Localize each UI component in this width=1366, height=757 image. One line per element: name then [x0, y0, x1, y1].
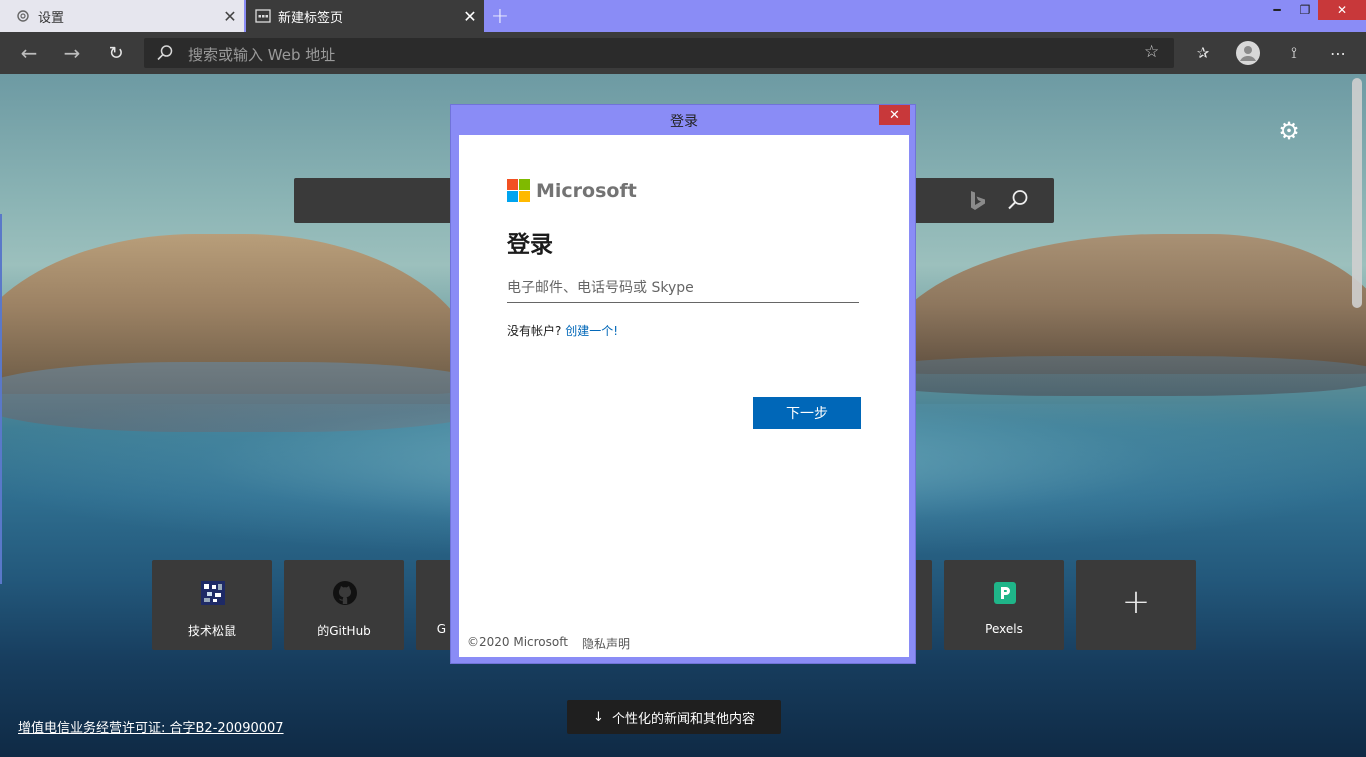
- quick-link-tile[interactable]: 技术松鼠: [152, 560, 272, 650]
- dialog-body: Microsoft 登录 没有帐户? 创建一个! 下一步 ©2020 Micro…: [459, 135, 909, 657]
- dialog-footer: ©2020 Microsoft 隐私声明: [467, 635, 630, 652]
- tile-label: 技术松鼠: [187, 624, 236, 638]
- close-icon[interactable]: ✕: [456, 2, 484, 30]
- address-bar[interactable]: 搜索或输入 Web 地址 ☆: [144, 38, 1174, 68]
- window-close-icon[interactable]: ✕: [1318, 0, 1366, 20]
- newtab-icon: [248, 9, 278, 23]
- restore-icon[interactable]: ❐: [1290, 0, 1320, 20]
- share-icon[interactable]: ⟟: [1279, 38, 1309, 68]
- page-settings-gear-icon[interactable]: ⚙: [1274, 116, 1304, 146]
- favorites-list-icon[interactable]: ✰: [1188, 38, 1218, 68]
- login-dialog: 登录 ✕ Microsoft 登录 没有帐户? 创建一个! 下一步 ©2020 …: [450, 104, 916, 664]
- tab-settings[interactable]: 设置 ✕: [0, 0, 244, 32]
- plus-icon: +: [1121, 582, 1151, 622]
- github-icon: [332, 580, 358, 606]
- address-input[interactable]: 搜索或输入 Web 地址: [188, 44, 335, 65]
- page-title: 登录: [507, 232, 553, 258]
- new-tab-button[interactable]: +: [486, 2, 514, 30]
- license-link[interactable]: 增值电信业务经营许可证: 合字B2-20090007: [18, 717, 284, 736]
- pexels-icon: [992, 580, 1018, 606]
- news-button-label: 个性化的新闻和其他内容: [611, 711, 755, 727]
- quick-link-tile[interactable]: 的GitHub: [284, 560, 404, 650]
- personalized-news-button[interactable]: ↓ 个性化的新闻和其他内容: [567, 700, 781, 734]
- tab-strip: 设置 ✕ 新建标签页 ✕ + ━ ❐ ✕: [0, 0, 1366, 32]
- forward-arrow-icon[interactable]: →: [57, 38, 87, 68]
- scrollbar[interactable]: [1352, 78, 1362, 308]
- copyright-text: ©2020 Microsoft: [467, 635, 568, 649]
- quick-link-tile[interactable]: Pexels: [944, 560, 1064, 650]
- site-logo-icon: [200, 580, 226, 606]
- no-account-label: 没有帐户?: [507, 324, 562, 338]
- add-quick-link-button[interactable]: +: [1076, 560, 1196, 650]
- tab-title: 新建标签页: [278, 10, 344, 26]
- divider: [0, 214, 2, 584]
- refresh-icon[interactable]: ↻: [101, 38, 131, 68]
- microsoft-logo-icon: [507, 179, 530, 202]
- no-account-text: 没有帐户? 创建一个!: [507, 322, 618, 339]
- microsoft-logo: Microsoft: [507, 179, 637, 202]
- tile-label: G: [436, 622, 446, 636]
- tile-label: 的GitHub: [317, 624, 371, 638]
- create-account-link[interactable]: 创建一个!: [565, 324, 618, 338]
- bing-icon: [968, 190, 988, 216]
- dialog-title: 登录: [670, 114, 698, 130]
- minimize-icon[interactable]: ━: [1262, 0, 1292, 20]
- background-image: [880, 234, 1366, 374]
- background-image: [860, 356, 1366, 396]
- avatar[interactable]: [1233, 38, 1263, 68]
- email-field[interactable]: [507, 273, 859, 303]
- brand-name: Microsoft: [536, 179, 637, 202]
- star-icon[interactable]: ☆: [1144, 42, 1159, 62]
- tab-new-tab[interactable]: 新建标签页 ✕: [246, 0, 484, 32]
- gear-icon: [8, 8, 38, 24]
- search-icon[interactable]: [1006, 188, 1030, 216]
- tile-label: Pexels: [985, 622, 1023, 636]
- back-arrow-icon[interactable]: ←: [14, 38, 44, 68]
- tab-title: 设置: [38, 10, 65, 26]
- arrow-down-icon: ↓: [593, 709, 604, 725]
- next-button[interactable]: 下一步: [753, 397, 861, 429]
- search-icon: [156, 44, 174, 66]
- close-icon[interactable]: ✕: [216, 2, 244, 30]
- dialog-close-icon[interactable]: ✕: [879, 105, 910, 125]
- privacy-link[interactable]: 隐私声明: [582, 635, 630, 652]
- more-icon[interactable]: ⋯: [1323, 38, 1353, 68]
